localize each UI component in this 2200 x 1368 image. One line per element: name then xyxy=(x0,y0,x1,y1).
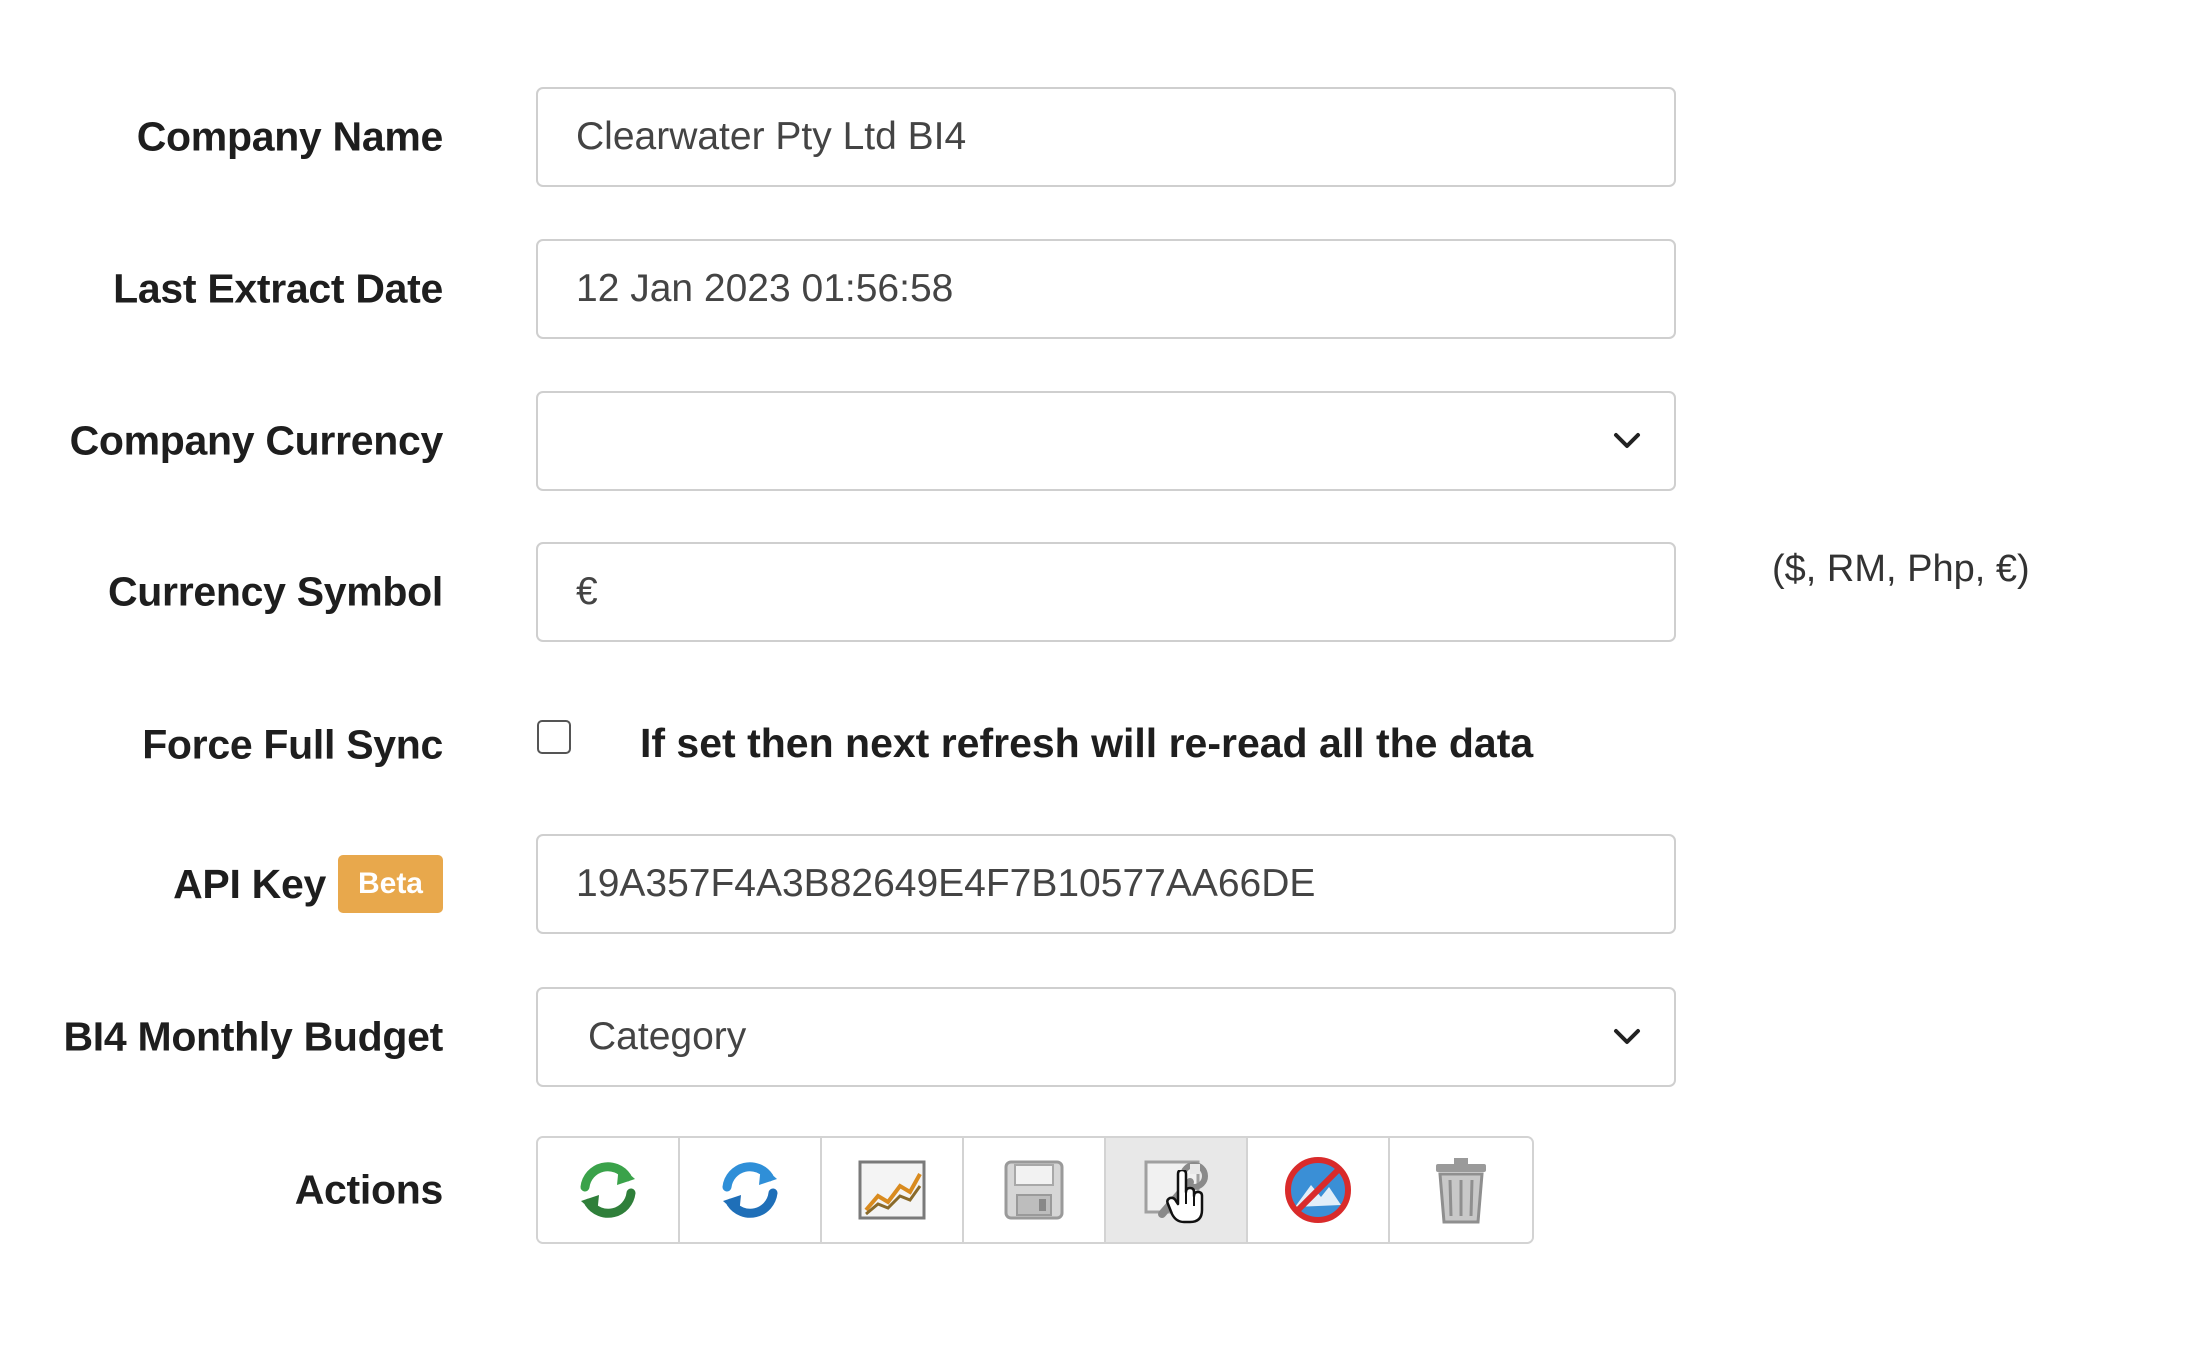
chevron-down-icon xyxy=(1610,424,1644,458)
force-full-sync-description: If set then next refresh will re-read al… xyxy=(640,720,1534,766)
last-extract-date-label: Last Extract Date xyxy=(113,265,443,312)
api-key-label: API Key xyxy=(173,860,326,907)
company-name-input[interactable]: Clearwater Pty Ltd BI4 xyxy=(536,87,1676,187)
currency-symbol-row: Currency Symbol € ($, RM, Php, €) xyxy=(0,542,2200,642)
api-key-value: 19A357F4A3B82649E4F7B10577AA66DE xyxy=(576,862,1316,905)
currency-symbol-value: € xyxy=(576,570,598,613)
trash-icon xyxy=(1436,1158,1486,1224)
save-disk-icon xyxy=(1004,1160,1064,1220)
last-extract-date-input[interactable]: 12 Jan 2023 01:56:58 xyxy=(536,239,1676,339)
last-extract-date-value: 12 Jan 2023 01:56:58 xyxy=(576,267,954,310)
disable-icon xyxy=(1285,1157,1351,1223)
sync-button[interactable] xyxy=(680,1138,822,1242)
monthly-budget-select[interactable]: Category xyxy=(536,987,1676,1087)
company-currency-label: Company Currency xyxy=(69,417,444,464)
api-key-label-group: API Key Beta xyxy=(173,855,443,913)
chart-button[interactable] xyxy=(822,1138,964,1242)
actions-label: Actions xyxy=(294,1166,444,1213)
force-full-sync-label: Force Full Sync xyxy=(142,721,443,768)
hand-cursor-icon xyxy=(1166,1168,1206,1224)
beta-badge: Beta xyxy=(337,855,443,913)
chevron-down-icon xyxy=(1610,1020,1644,1054)
api-key-row: API Key Beta 19A357F4A3B82649E4F7B10577A… xyxy=(0,834,2200,934)
company-name-value: Clearwater Pty Ltd BI4 xyxy=(576,115,967,158)
last-extract-date-row: Last Extract Date 12 Jan 2023 01:56:58 xyxy=(0,239,2200,339)
sync-blue-icon xyxy=(722,1162,778,1218)
delete-button[interactable] xyxy=(1390,1138,1532,1242)
company-currency-select[interactable] xyxy=(536,391,1676,491)
force-full-sync-checkbox[interactable] xyxy=(537,720,571,754)
save-button[interactable] xyxy=(964,1138,1106,1242)
monthly-budget-value: Category xyxy=(588,1015,747,1058)
api-key-input[interactable]: 19A357F4A3B82649E4F7B10577AA66DE xyxy=(536,834,1676,934)
company-name-label: Company Name xyxy=(136,113,444,160)
company-name-row: Company Name Clearwater Pty Ltd BI4 xyxy=(0,87,2200,187)
refresh-green-icon xyxy=(580,1162,636,1218)
company-settings-form: Company Name Clearwater Pty Ltd BI4 Last… xyxy=(0,0,2200,1368)
monthly-budget-label: BI4 Monthly Budget xyxy=(63,1013,443,1060)
chart-icon xyxy=(858,1160,926,1220)
currency-symbol-hint: ($, RM, Php, €) xyxy=(1772,548,2030,590)
actions-row: Actions xyxy=(0,1136,2200,1244)
disable-button[interactable] xyxy=(1248,1138,1390,1242)
currency-symbol-label: Currency Symbol xyxy=(108,568,443,615)
company-currency-row: Company Currency xyxy=(0,391,2200,491)
refresh-button[interactable] xyxy=(538,1138,680,1242)
force-full-sync-row: Force Full Sync If set then next refresh… xyxy=(0,700,2200,790)
currency-symbol-input[interactable]: € xyxy=(536,542,1676,642)
monthly-budget-row: BI4 Monthly Budget Category xyxy=(0,987,2200,1087)
actions-toolbar xyxy=(536,1136,1534,1244)
